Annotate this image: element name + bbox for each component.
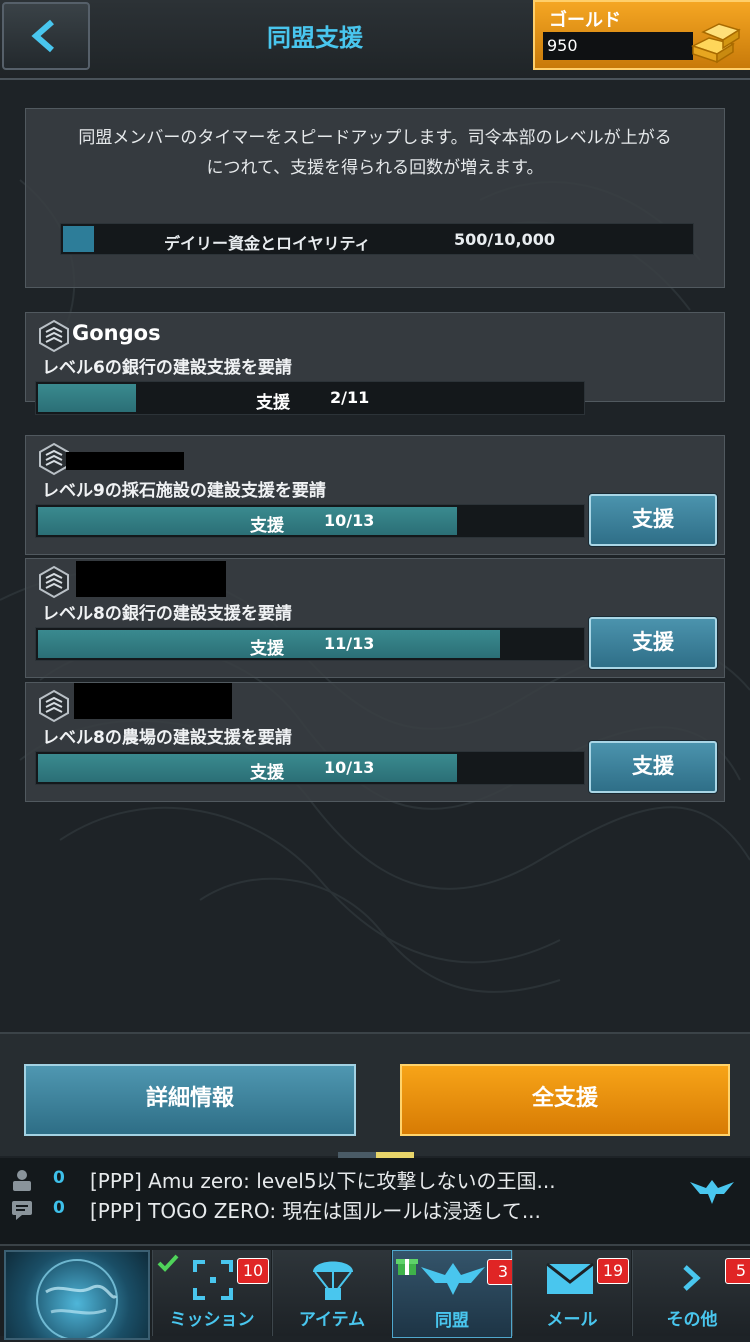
- back-arrow-icon: [31, 19, 54, 53]
- alliance-emblem-icon[interactable]: [690, 1176, 734, 1206]
- back-button[interactable]: [2, 2, 90, 70]
- other-badge: 5: [725, 1258, 750, 1284]
- chat-count: 0: [53, 1168, 65, 1188]
- gold-label: ゴールド: [549, 10, 621, 31]
- requester-name: Gongos: [72, 321, 161, 345]
- missions-badge: 10: [237, 1258, 269, 1284]
- chat-preview[interactable]: 0 [PPP] Amu zero: level5以下に攻撃しないの王国... 0…: [0, 1158, 750, 1244]
- info-description: 同盟メンバーのタイマーをスピードアップします。司令本部のレベルが上がる につれて…: [40, 123, 710, 183]
- request-description: レベル8の銀行の建設支援を要請: [42, 604, 292, 624]
- redacted-name: [74, 683, 232, 719]
- request-bar-label: 支援: [250, 516, 284, 536]
- request-count: 2/11: [330, 388, 370, 407]
- action-bar: 詳細情報 全支援: [0, 1032, 750, 1156]
- details-button[interactable]: 詳細情報: [24, 1064, 356, 1136]
- request-count: 10/13: [324, 511, 375, 530]
- nav-label: その他: [666, 1310, 718, 1330]
- request-progress-fill: [38, 754, 457, 782]
- assist-request: レベル8の銀行の建設支援を要請 支援 11/13 支援: [25, 558, 725, 678]
- rank-chevron-icon: [39, 319, 69, 353]
- nav-label: 同盟: [435, 1311, 469, 1331]
- info-description-line1: 同盟メンバーのタイマーをスピードアップします。司令本部のレベルが上がる: [78, 128, 672, 148]
- request-progress-bar: 支援 10/13: [35, 504, 585, 538]
- bottom-nav: 10 ミッション アイテム 3 同盟 19 メール 5 その他: [0, 1244, 750, 1341]
- gold-bars-icon: [691, 23, 741, 64]
- info-description-line2: につれて、支援を得られる回数が増えます。: [206, 158, 544, 178]
- nav-label: アイテム: [298, 1310, 366, 1330]
- info-panel: 同盟メンバーのタイマーをスピードアップします。司令本部のレベルが上がる につれて…: [25, 108, 725, 288]
- chevron-right-icon: [683, 1265, 701, 1291]
- checkmark-icon: [157, 1254, 179, 1272]
- rank-chevron-icon: [39, 689, 69, 723]
- request-description: レベル8の農場の建設支援を要請: [42, 728, 292, 748]
- request-progress-fill: [38, 507, 457, 535]
- assist-request: レベル9の採石施設の建設支援を要請 支援 10/13 支援: [25, 435, 725, 555]
- chat-row: 0 [PPP] TOGO ZERO: 現在は国ルールは浸透して...: [0, 1194, 750, 1226]
- request-bar-label: 支援: [250, 639, 284, 659]
- mail-badge: 19: [597, 1258, 629, 1284]
- request-progress-bar: 支援 2/11: [35, 381, 585, 415]
- top-bar: 同盟支援 ゴールド 950: [0, 0, 750, 80]
- gold-value-box: 950: [543, 32, 693, 60]
- request-progress-bar: 支援 10/13: [35, 751, 585, 785]
- request-count: 11/13: [324, 634, 375, 653]
- assist-request: レベル8の農場の建設支援を要請 支援 10/13 支援: [25, 682, 725, 802]
- daily-value: 500/10,000: [454, 230, 555, 249]
- player-icon: [13, 1170, 31, 1191]
- nav-other[interactable]: 5 その他: [632, 1250, 750, 1336]
- gift-icon: [396, 1259, 418, 1275]
- assist-button[interactable]: 支援: [589, 494, 717, 546]
- assist-request: Gongos レベル6の銀行の建設支援を要請 支援 2/11: [25, 312, 725, 415]
- chat-bubble-icon: [12, 1201, 32, 1220]
- crosshair-icon: [193, 1260, 233, 1300]
- request-description: レベル6の銀行の建設支援を要請: [42, 358, 292, 378]
- chat-count: 0: [53, 1198, 65, 1218]
- alliance-eagle-icon: [421, 1263, 485, 1295]
- nav-mail[interactable]: 19 メール: [512, 1250, 631, 1336]
- assist-all-button[interactable]: 全支援: [400, 1064, 730, 1136]
- rank-chevron-icon: [39, 565, 69, 599]
- daily-progress-fill: [63, 226, 94, 252]
- nav-missions[interactable]: 10 ミッション: [152, 1250, 271, 1336]
- redacted-name: [76, 561, 226, 597]
- request-progress-fill: [38, 384, 136, 412]
- mail-icon: [546, 1262, 594, 1294]
- nav-items[interactable]: アイテム: [272, 1250, 391, 1336]
- chat-message: [PPP] TOGO ZERO: 現在は国ルールは浸透して...: [90, 1199, 541, 1223]
- request-progress-bar: 支援 11/13: [35, 627, 585, 661]
- page-title: 同盟支援: [267, 24, 363, 52]
- parachute-icon: [313, 1261, 353, 1300]
- daily-label: デイリー資金とロイヤリティ: [164, 234, 371, 253]
- chat-message: [PPP] Amu zero: level5以下に攻撃しないの王国...: [90, 1169, 556, 1193]
- nav-label: ミッション: [169, 1310, 255, 1330]
- request-description: レベル9の採石施設の建設支援を要請: [42, 481, 326, 501]
- world-map-button[interactable]: [4, 1250, 150, 1341]
- request-count: 10/13: [324, 758, 375, 777]
- assist-button[interactable]: 支援: [589, 617, 717, 669]
- request-bar-label: 支援: [256, 393, 290, 413]
- redacted-name: [66, 452, 184, 470]
- chat-row: 0 [PPP] Amu zero: level5以下に攻撃しないの王国...: [0, 1164, 750, 1196]
- gold-value: 950: [547, 36, 578, 55]
- daily-progress-bar: デイリー資金とロイヤリティ 500/10,000: [60, 223, 694, 255]
- nav-label: メール: [546, 1310, 598, 1330]
- request-bar-label: 支援: [250, 763, 284, 783]
- assist-button[interactable]: 支援: [589, 741, 717, 793]
- globe-icon: [36, 1259, 118, 1341]
- gold-display[interactable]: ゴールド 950: [533, 0, 750, 70]
- nav-alliance[interactable]: 3 同盟: [392, 1250, 519, 1338]
